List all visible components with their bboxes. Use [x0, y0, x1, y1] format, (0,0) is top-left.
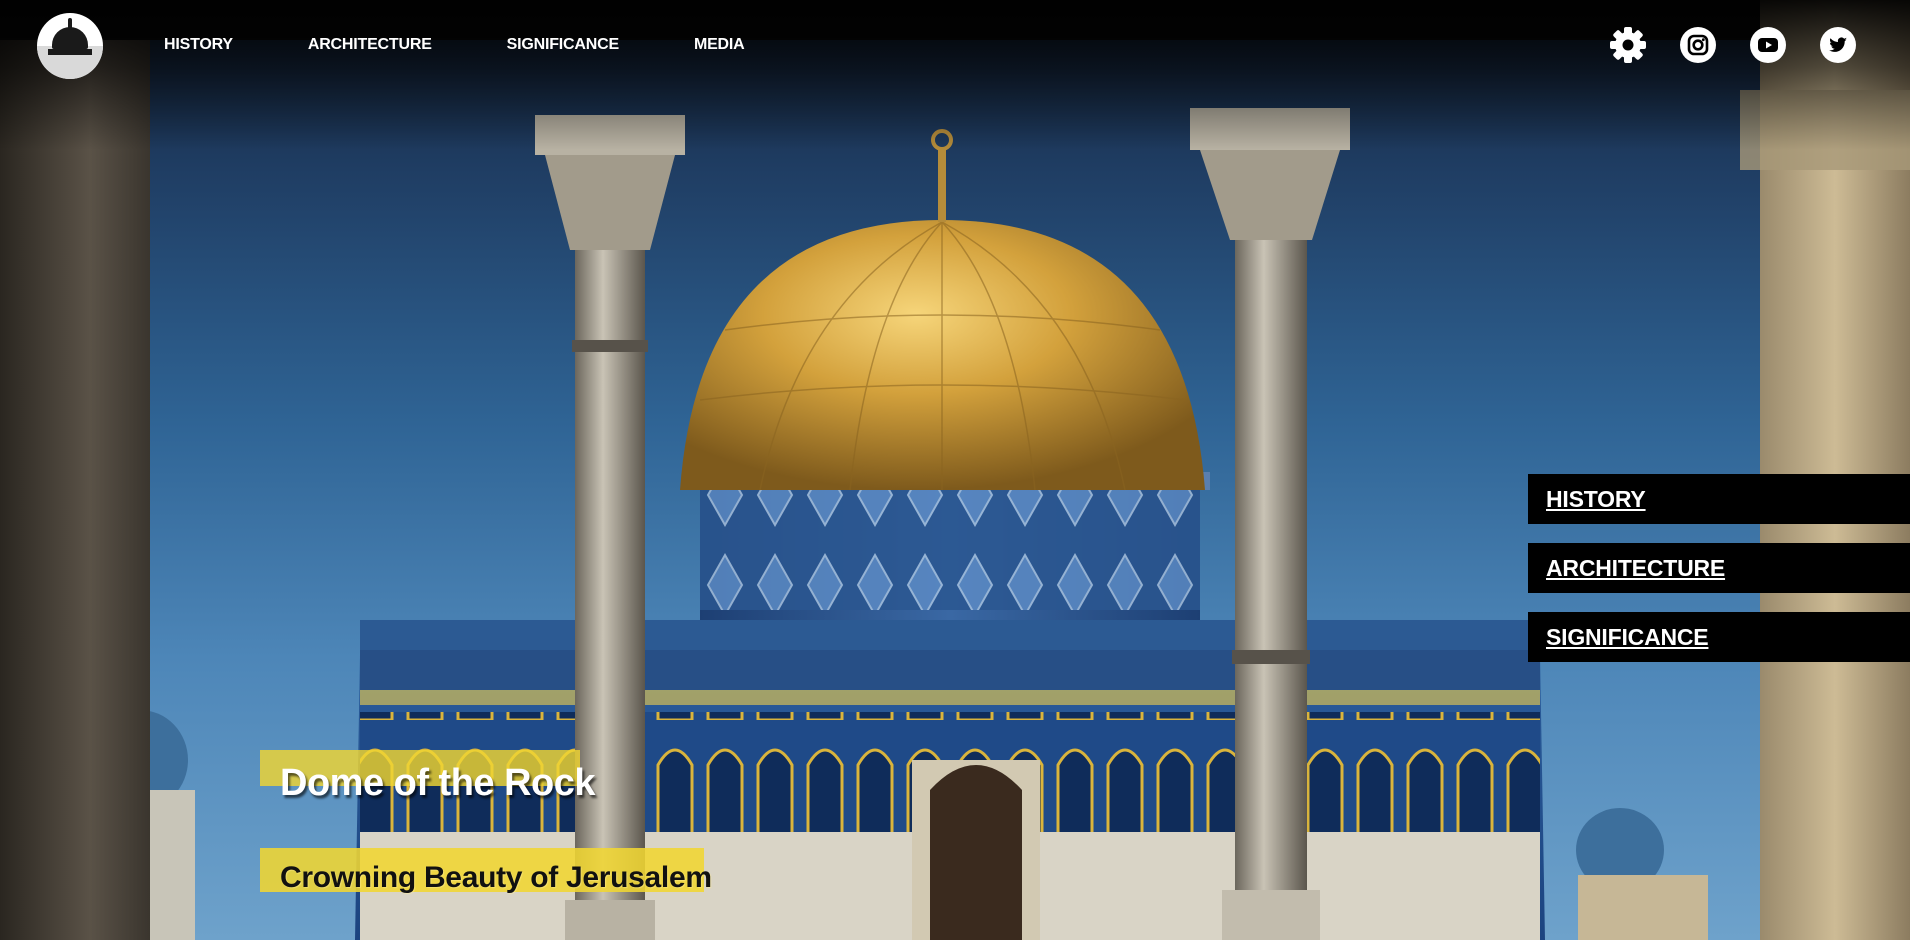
instagram-icon[interactable]: [1679, 26, 1717, 64]
nav-history[interactable]: HISTORY: [164, 34, 233, 56]
hero-title: Dome of the Rock: [280, 762, 596, 804]
nav-architecture[interactable]: ARCHITECTURE: [308, 34, 432, 56]
nav-significance[interactable]: SIGNIFICANCE: [507, 34, 619, 56]
social-links: [1609, 26, 1857, 64]
side-menu-architecture[interactable]: ARCHITECTURE: [1528, 543, 1910, 593]
side-menu-significance[interactable]: SIGNIFICANCE: [1528, 612, 1910, 662]
logo-dome-icon[interactable]: [37, 13, 103, 79]
hero-subtitle: Crowning Beauty of Jerusalem: [280, 861, 712, 894]
youtube-icon[interactable]: [1749, 26, 1787, 64]
site-header: HISTORY ARCHITECTURE SIGNIFICANCE MEDIA: [0, 0, 1910, 92]
settings-icon[interactable]: [1609, 26, 1647, 64]
side-menu: HISTORY ARCHITECTURE SIGNIFICANCE: [1528, 474, 1910, 681]
side-menu-history[interactable]: HISTORY: [1528, 474, 1910, 524]
twitter-icon[interactable]: [1819, 26, 1857, 64]
top-nav: HISTORY ARCHITECTURE SIGNIFICANCE MEDIA: [164, 34, 820, 56]
nav-media[interactable]: MEDIA: [694, 34, 745, 56]
